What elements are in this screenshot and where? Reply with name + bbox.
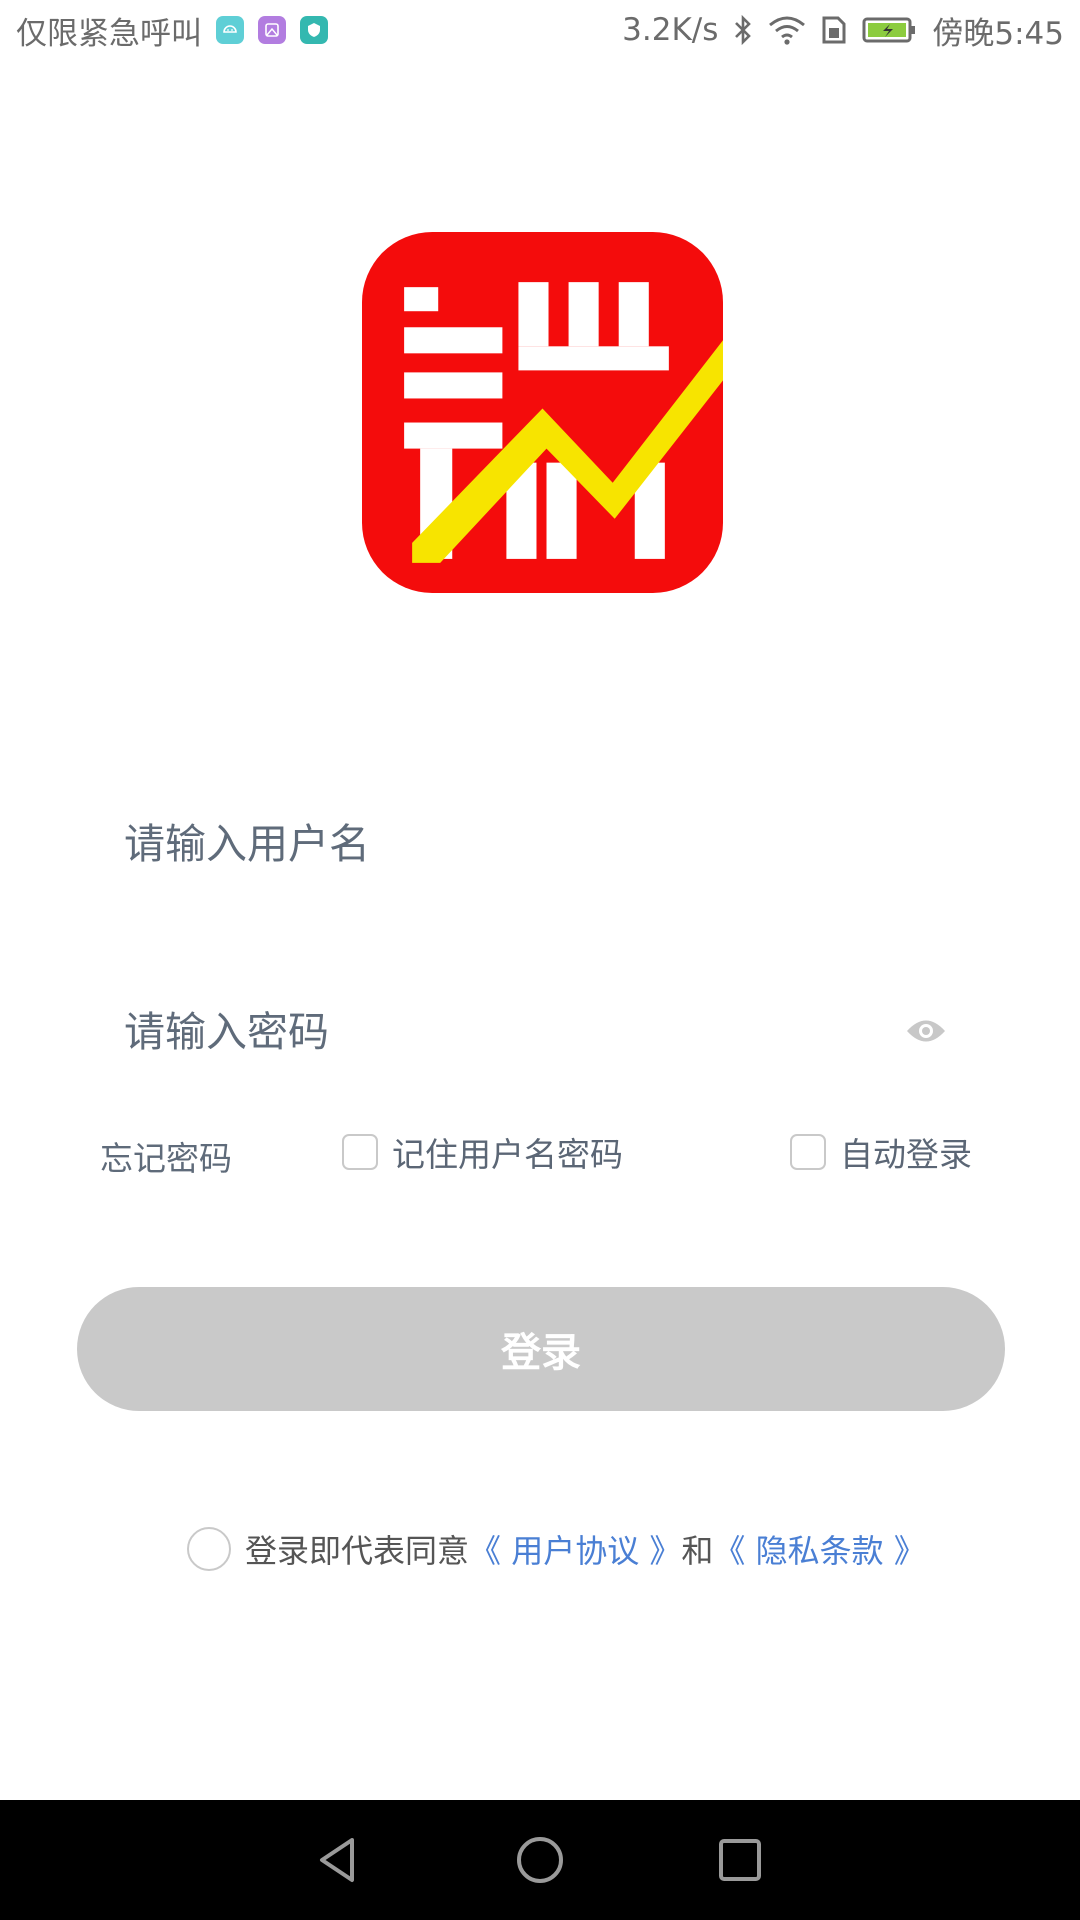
agreement-prefix: 登录即代表同意 xyxy=(245,1532,470,1570)
forgot-password-link[interactable]: 忘记密码 xyxy=(100,1132,232,1180)
user-agreement-link[interactable]: 《 用户协议 》 xyxy=(469,1526,681,1572)
android-app-icon xyxy=(216,16,244,44)
back-icon[interactable] xyxy=(312,1832,368,1888)
shield-app-icon xyxy=(300,16,328,44)
network-speed: 3.2K/s xyxy=(622,12,719,48)
status-bar-right: 3.2K/s 傍晚5:45 xyxy=(622,8,1064,53)
username-field-row xyxy=(100,796,1000,892)
recent-apps-icon[interactable] xyxy=(712,1832,768,1888)
gallery-app-icon xyxy=(258,16,286,44)
agreement-row: 登录即代表同意 《 用户协议 》 和 《 隐私条款 》 xyxy=(187,1526,926,1572)
clock-time: 傍晚5:45 xyxy=(932,15,1064,52)
password-input[interactable] xyxy=(100,1008,928,1056)
auto-login-label: 自动登录 xyxy=(840,1135,972,1174)
wifi-icon xyxy=(768,14,806,46)
bluetooth-icon xyxy=(732,14,754,46)
password-field-row xyxy=(100,984,1000,1080)
navigation-bar xyxy=(0,1800,1080,1920)
eye-icon[interactable] xyxy=(904,1014,948,1048)
battery-icon xyxy=(862,14,918,46)
login-button[interactable]: 登录 xyxy=(77,1287,1005,1411)
app-logo xyxy=(362,232,723,593)
checkbox-box[interactable] xyxy=(342,1134,378,1170)
auto-login-checkbox[interactable]: 自动登录 xyxy=(790,1128,972,1176)
agreement-radio[interactable] xyxy=(187,1527,231,1571)
login-options-row: 忘记密码 记住用户名密码 自动登录 xyxy=(0,1128,1080,1178)
username-input[interactable] xyxy=(100,820,928,868)
checkbox-box[interactable] xyxy=(790,1134,826,1170)
home-icon[interactable] xyxy=(512,1832,568,1888)
agreement-conjunction: 和 xyxy=(681,1532,714,1570)
remember-credentials-label: 记住用户名密码 xyxy=(392,1135,623,1174)
carrier-status-text: 仅限紧急呼叫 xyxy=(16,15,202,52)
status-bar-left: 仅限紧急呼叫 xyxy=(16,8,328,53)
sim-icon xyxy=(820,14,848,46)
privacy-terms-link[interactable]: 《 隐私条款 》 xyxy=(713,1526,925,1572)
status-bar: 仅限紧急呼叫 3.2K/s 傍晚5:45 xyxy=(0,0,1080,60)
remember-credentials-checkbox[interactable]: 记住用户名密码 xyxy=(342,1128,623,1176)
